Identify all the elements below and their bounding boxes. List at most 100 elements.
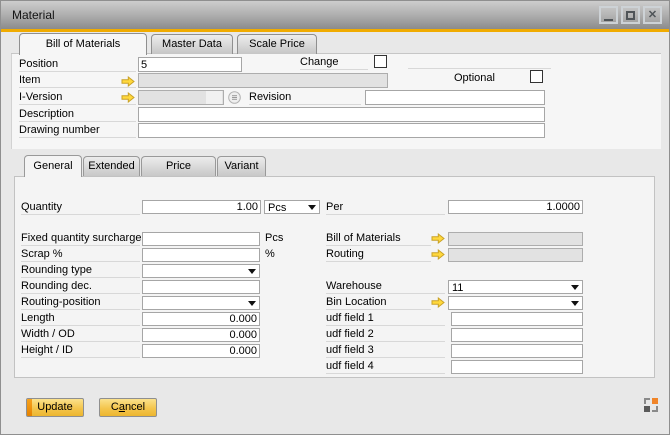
bin-location-link-arrow-icon[interactable]	[431, 297, 445, 308]
accent-bar	[1, 29, 670, 32]
udf-field-3[interactable]	[451, 344, 583, 358]
revision-field[interactable]	[365, 90, 545, 105]
subtab-label: Price	[166, 160, 191, 172]
item-field	[138, 73, 388, 88]
tab-label: Bill of Materials	[46, 38, 121, 50]
quantity-label: Quantity	[21, 201, 140, 215]
rounding-dec-field[interactable]	[142, 280, 260, 294]
udf-field-1-label: udf field 1	[326, 312, 445, 326]
routing-link-arrow-icon[interactable]	[431, 249, 445, 260]
bin-location-label: Bin Location	[326, 296, 431, 310]
tab-scale-price[interactable]: Scale Price	[237, 34, 317, 54]
tab-bill-of-materials[interactable]: Bill of Materials	[19, 33, 147, 55]
cancel-button-label: Cancel	[111, 401, 145, 413]
cancel-button[interactable]: Cancel	[99, 398, 157, 417]
rounding-type-label: Rounding type	[21, 264, 140, 278]
drawing-number-label: Drawing number	[19, 124, 136, 138]
maximize-button[interactable]	[621, 6, 640, 24]
optional-label: Optional	[454, 72, 514, 86]
window-title: Material	[12, 8, 55, 22]
list-circle-icon[interactable]	[228, 91, 241, 104]
udf-field-4-label: udf field 4	[326, 360, 445, 374]
close-button[interactable]: ✕	[643, 6, 662, 24]
expand-icon-corner	[644, 406, 650, 412]
fixed-surcharge-field[interactable]	[142, 232, 260, 246]
dropdown-arrow-icon	[571, 301, 579, 306]
udf-field-2-label: udf field 2	[326, 328, 445, 342]
default-button-stripe	[27, 399, 32, 416]
subtab-variant[interactable]: Variant	[217, 156, 266, 176]
width-od-field[interactable]	[142, 328, 260, 342]
iversion-link-arrow-icon[interactable]	[121, 92, 135, 103]
item-label: Item	[19, 74, 136, 88]
warehouse-dropdown[interactable]: 11	[448, 280, 583, 294]
udf-field-4[interactable]	[451, 360, 583, 374]
subtab-price[interactable]: Price	[141, 156, 216, 176]
dropdown-arrow-icon	[248, 301, 256, 306]
scrap-field[interactable]	[142, 248, 260, 262]
dropdown-arrow-icon	[571, 285, 579, 290]
expand-icon-corner	[652, 406, 658, 412]
expand-form-icon[interactable]	[644, 398, 659, 413]
position-label: Position	[19, 58, 136, 72]
fixed-surcharge-label: Fixed quantity surcharge	[21, 232, 140, 246]
width-od-label: Width / OD	[21, 328, 140, 342]
optional-checkbox[interactable]	[530, 70, 543, 83]
uom-dropdown[interactable]: Pcs	[264, 200, 320, 214]
expand-icon-corner	[644, 398, 650, 404]
drawing-number-field[interactable]	[138, 123, 545, 138]
per-field[interactable]	[448, 200, 583, 214]
routing-label: Routing	[326, 248, 431, 262]
routing-position-label: Routing-position	[21, 296, 140, 310]
fixed-surcharge-unit: Pcs	[265, 232, 295, 246]
bill-of-materials-label: Bill of Materials	[326, 232, 431, 246]
iversion-label: I-Version	[19, 91, 136, 105]
length-field[interactable]	[142, 312, 260, 326]
change-label: Change	[300, 56, 368, 70]
rounding-type-dropdown[interactable]	[142, 264, 260, 278]
minimize-icon	[604, 19, 613, 21]
bill-of-materials-link-arrow-icon[interactable]	[431, 233, 445, 244]
quantity-field[interactable]	[142, 200, 261, 214]
uom-value: Pcs	[268, 202, 286, 214]
height-id-field[interactable]	[142, 344, 260, 358]
dropdown-arrow-icon	[248, 269, 256, 274]
item-link-arrow-icon[interactable]	[121, 76, 135, 87]
description-label: Description	[19, 108, 136, 122]
subtab-label: General	[33, 160, 72, 172]
material-window: Material ✕ Bill of Materials Master Data…	[0, 0, 670, 435]
revision-label: Revision	[249, 91, 361, 105]
routing-position-dropdown[interactable]	[142, 296, 260, 310]
udf-field-3-label: udf field 3	[326, 344, 445, 358]
length-label: Length	[21, 312, 140, 326]
warehouse-label: Warehouse	[326, 280, 445, 294]
tab-master-data[interactable]: Master Data	[151, 34, 233, 54]
window-controls: ✕	[599, 6, 662, 24]
position-field[interactable]	[138, 57, 242, 72]
rounding-dec-label: Rounding dec.	[21, 280, 140, 294]
tab-label: Master Data	[162, 38, 222, 50]
dropdown-arrow-icon	[308, 205, 316, 210]
update-button[interactable]: Update	[26, 398, 84, 417]
routing-field	[448, 248, 583, 262]
tab-label: Scale Price	[249, 38, 305, 50]
update-button-label: Update	[37, 401, 72, 413]
close-icon: ✕	[648, 10, 657, 21]
scrap-label: Scrap %	[21, 248, 140, 262]
subtab-label: Variant	[224, 160, 258, 172]
subtab-extended[interactable]: Extended	[83, 156, 140, 176]
scrap-unit: %	[265, 248, 285, 262]
maximize-icon	[626, 11, 635, 20]
warehouse-value: 11	[452, 282, 463, 294]
minimize-button[interactable]	[599, 6, 618, 24]
per-label: Per	[326, 201, 445, 215]
udf-field-2[interactable]	[451, 328, 583, 342]
title-bar[interactable]: Material ✕	[1, 1, 670, 29]
subtab-general[interactable]: General	[24, 155, 82, 177]
change-checkbox[interactable]	[374, 55, 387, 68]
subtab-label: Extended	[88, 160, 134, 172]
bill-of-materials-field	[448, 232, 583, 246]
description-field[interactable]	[138, 107, 545, 122]
udf-field-1[interactable]	[451, 312, 583, 326]
bin-location-dropdown[interactable]	[448, 296, 583, 310]
